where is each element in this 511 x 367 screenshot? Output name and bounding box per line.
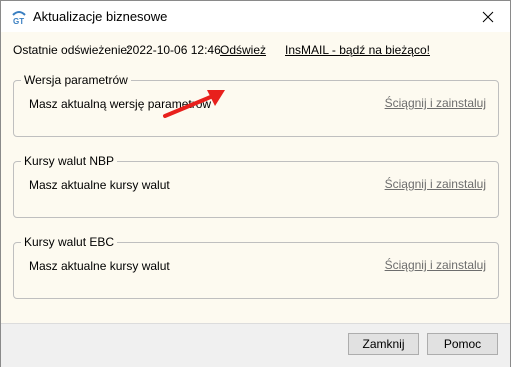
window-title: Aktualizacje biznesowe: [33, 9, 168, 24]
last-refresh-label: Ostatnie odświeżenie:: [13, 43, 131, 57]
close-window-button[interactable]: [466, 1, 510, 32]
group-title: Kursy walut EBC: [21, 235, 118, 249]
close-icon: [482, 11, 494, 22]
group-parameters: Wersja parametrów Masz aktualną wersję p…: [13, 73, 499, 137]
download-install-link[interactable]: Ściągnij i zainstaluj: [385, 258, 486, 272]
download-install-link[interactable]: Ściągnij i zainstaluj: [385, 177, 486, 191]
last-refresh-value: 2022-10-06 12:46: [126, 43, 221, 57]
group-status: Masz aktualne kursy walut: [29, 259, 170, 273]
annotation-arrow-icon: [163, 90, 225, 118]
app-icon: GT: [11, 9, 27, 26]
group-title: Kursy walut NBP: [21, 154, 118, 168]
help-button[interactable]: Pomoc: [427, 333, 498, 355]
dialog-window: GT Aktualizacje biznesowe Ostatnie odświ…: [0, 0, 511, 367]
insmail-link[interactable]: InsMAIL - bądź na bieżąco!: [285, 43, 430, 57]
close-button[interactable]: Zamknij: [348, 333, 419, 355]
svg-text:GT: GT: [13, 17, 24, 25]
download-install-link[interactable]: Ściągnij i zainstaluj: [385, 96, 486, 110]
button-bar: Zamknij Pomoc: [1, 323, 510, 367]
group-nbp-rates: Kursy walut NBP Masz aktualne kursy walu…: [13, 154, 499, 218]
group-title: Wersja parametrów: [21, 73, 131, 87]
group-ebc-rates: Kursy walut EBC Masz aktualne kursy walu…: [13, 235, 499, 299]
title-bar: GT Aktualizacje biznesowe: [1, 1, 510, 32]
dialog-content: Ostatnie odświeżenie: 2022-10-06 12:46 O…: [1, 32, 510, 323]
refresh-link[interactable]: Odśwież: [220, 43, 266, 57]
group-status: Masz aktualne kursy walut: [29, 178, 170, 192]
